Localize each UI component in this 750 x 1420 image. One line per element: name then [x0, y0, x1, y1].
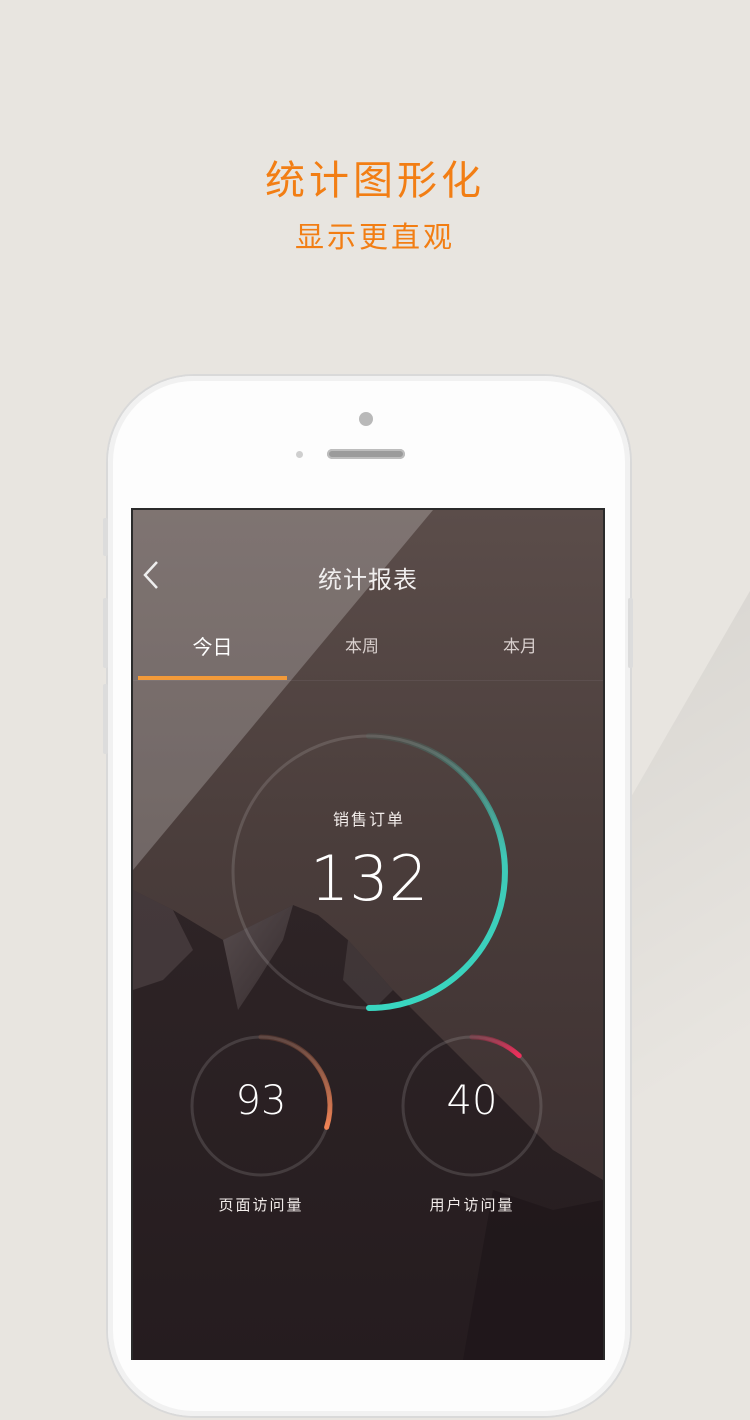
user-visits-value: 40 [446, 1078, 498, 1124]
page-views-value: 93 [235, 1078, 287, 1124]
page-views-label: 页面访问量 [218, 1196, 304, 1214]
right-ring-progress [469, 1034, 522, 1059]
volume-down-button [103, 684, 108, 754]
sales-orders-value: 132 [309, 842, 429, 915]
promo-subtitle: 显示更直观 [294, 220, 455, 254]
mute-switch [103, 518, 108, 556]
stats-rings [190, 733, 543, 1177]
sales-orders-label: 销售订单 [332, 810, 405, 829]
volume-up-button [103, 598, 108, 668]
power-button [628, 598, 633, 668]
earpiece-speaker [327, 449, 405, 459]
user-visits-label: 用户访问量 [429, 1196, 515, 1214]
promo-title: 统计图形化 [265, 158, 485, 204]
proximity-sensor [296, 451, 303, 458]
app-screen: 统计报表 今日 本周 本月 销售订单 132 93 页面访问量 40 用户访问量 [131, 508, 605, 1360]
front-camera [359, 412, 373, 426]
